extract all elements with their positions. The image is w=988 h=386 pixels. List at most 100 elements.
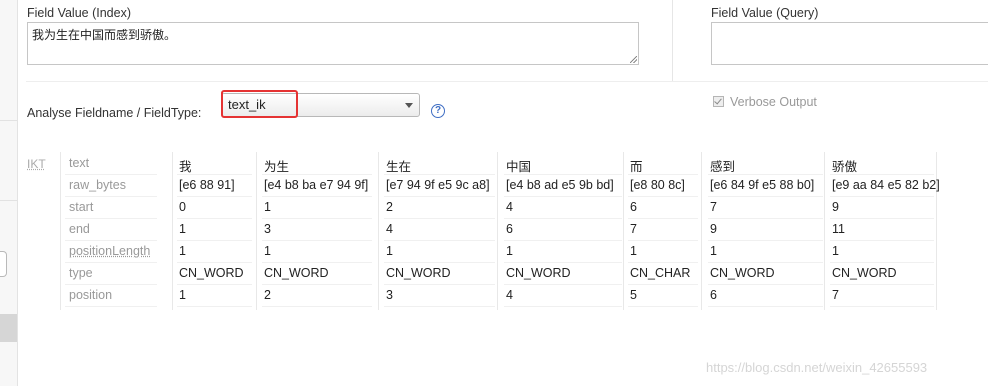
- token-7-text: 骄傲: [832, 160, 858, 174]
- sidebar-selected-item[interactable]: [0, 314, 17, 342]
- token-4-raw_bytes: [e4 b8 ad e5 9b bd]: [506, 178, 614, 192]
- token-6-end: 9: [710, 222, 717, 236]
- token-2-raw_bytes: [e4 b8 ba e7 94 9f]: [264, 178, 369, 192]
- token-1-text: 我: [179, 160, 192, 174]
- token-4-positionLength: 1: [506, 244, 513, 258]
- query-field-label: Field Value (Query): [711, 6, 819, 20]
- token-3-raw_bytes: [e7 94 9f e5 9c a8]: [386, 178, 490, 192]
- row-label-type: type: [69, 266, 93, 280]
- cell-divider: [262, 218, 372, 219]
- token-7-positionLength: 1: [832, 244, 839, 258]
- token-2-text: 为生: [264, 160, 290, 174]
- token-6-text: 感到: [710, 160, 736, 174]
- column-divider: [672, 0, 673, 82]
- token-1-position: 1: [179, 288, 186, 302]
- verbose-output-checkbox[interactable]: Verbose Output: [713, 95, 817, 109]
- cell-divider: [177, 174, 252, 175]
- cell-divider: [504, 240, 622, 241]
- cell-divider: [628, 284, 698, 285]
- row-divider: [65, 218, 157, 219]
- cell-divider: [177, 240, 252, 241]
- token-5-text: 而: [630, 160, 643, 174]
- cell-divider: [384, 262, 495, 263]
- token-7-start: 9: [832, 200, 839, 214]
- token-6-type: CN_WORD: [710, 266, 775, 280]
- cell-divider: [262, 284, 372, 285]
- token-5-positionLength: 1: [630, 244, 637, 258]
- sidebar-edge: [0, 0, 18, 386]
- token-5-start: 6: [630, 200, 637, 214]
- cell-divider: [504, 174, 622, 175]
- token-6-position: 6: [710, 288, 717, 302]
- column-separator: [824, 152, 825, 310]
- cell-divider: [504, 218, 622, 219]
- index-field-textarea[interactable]: 我为生在中国而感到骄傲。: [27, 22, 639, 65]
- token-2-positionLength: 1: [264, 244, 271, 258]
- cell-divider: [708, 284, 823, 285]
- column-separator: [256, 152, 257, 310]
- column-separator: [378, 152, 379, 310]
- cell-divider: [708, 262, 823, 263]
- row-label-end: end: [69, 222, 90, 236]
- token-3-start: 2: [386, 200, 393, 214]
- cell-divider: [177, 306, 252, 307]
- column-separator: [497, 152, 498, 310]
- token-4-end: 6: [506, 222, 513, 236]
- token-1-positionLength: 1: [179, 244, 186, 258]
- cell-divider: [384, 284, 495, 285]
- cell-divider: [628, 196, 698, 197]
- token-2-type: CN_WORD: [264, 266, 329, 280]
- sidebar-toggle-button[interactable]: [0, 251, 7, 277]
- cell-divider: [177, 196, 252, 197]
- token-7-raw_bytes: [e9 aa 84 e5 82 b2]: [832, 178, 940, 192]
- token-6-start: 7: [710, 200, 717, 214]
- cell-divider: [628, 262, 698, 263]
- token-4-start: 4: [506, 200, 513, 214]
- row-label-start: start: [69, 200, 94, 214]
- token-1-raw_bytes: [e6 88 91]: [179, 178, 235, 192]
- cell-divider: [708, 218, 823, 219]
- analyzer-name[interactable]: IKT: [27, 157, 46, 171]
- section-divider: [26, 81, 988, 82]
- column-separator: [701, 152, 702, 310]
- cell-divider: [384, 196, 495, 197]
- cell-divider: [830, 218, 934, 219]
- fieldtype-select[interactable]: text_ik: [221, 93, 420, 117]
- cell-divider: [628, 306, 698, 307]
- token-4-text: 中国: [506, 160, 532, 174]
- cell-divider: [708, 306, 823, 307]
- checkbox-checked-icon: [713, 96, 724, 107]
- column-separator: [936, 152, 937, 310]
- cell-divider: [830, 196, 934, 197]
- query-field-textarea[interactable]: [711, 22, 988, 65]
- row-divider: [65, 284, 157, 285]
- index-field-value: 我为生在中国而感到骄傲。: [32, 28, 177, 42]
- cell-divider: [628, 240, 698, 241]
- cell-divider: [830, 174, 934, 175]
- cell-divider: [504, 284, 622, 285]
- row-label-position: position: [69, 288, 113, 302]
- token-1-start: 0: [179, 200, 186, 214]
- cell-divider: [384, 240, 495, 241]
- row-divider: [65, 240, 157, 241]
- cell-divider: [830, 284, 934, 285]
- cell-divider: [262, 174, 372, 175]
- token-5-position: 5: [630, 288, 637, 302]
- resize-grip-icon[interactable]: [630, 56, 637, 63]
- column-separator: [172, 152, 173, 310]
- row-divider: [65, 262, 157, 263]
- help-icon[interactable]: ?: [431, 104, 445, 118]
- fieldtype-selected-value: text_ik: [228, 97, 266, 112]
- cell-divider: [504, 306, 622, 307]
- column-separator: [623, 152, 624, 310]
- cell-divider: [708, 174, 823, 175]
- cell-divider: [177, 262, 252, 263]
- cell-divider: [628, 174, 698, 175]
- row-label-positionLength[interactable]: positionLength: [69, 244, 150, 258]
- token-4-type: CN_WORD: [506, 266, 571, 280]
- cell-divider: [177, 284, 252, 285]
- cell-divider: [628, 218, 698, 219]
- cell-divider: [384, 174, 495, 175]
- row-divider: [65, 174, 157, 175]
- cell-divider: [384, 306, 495, 307]
